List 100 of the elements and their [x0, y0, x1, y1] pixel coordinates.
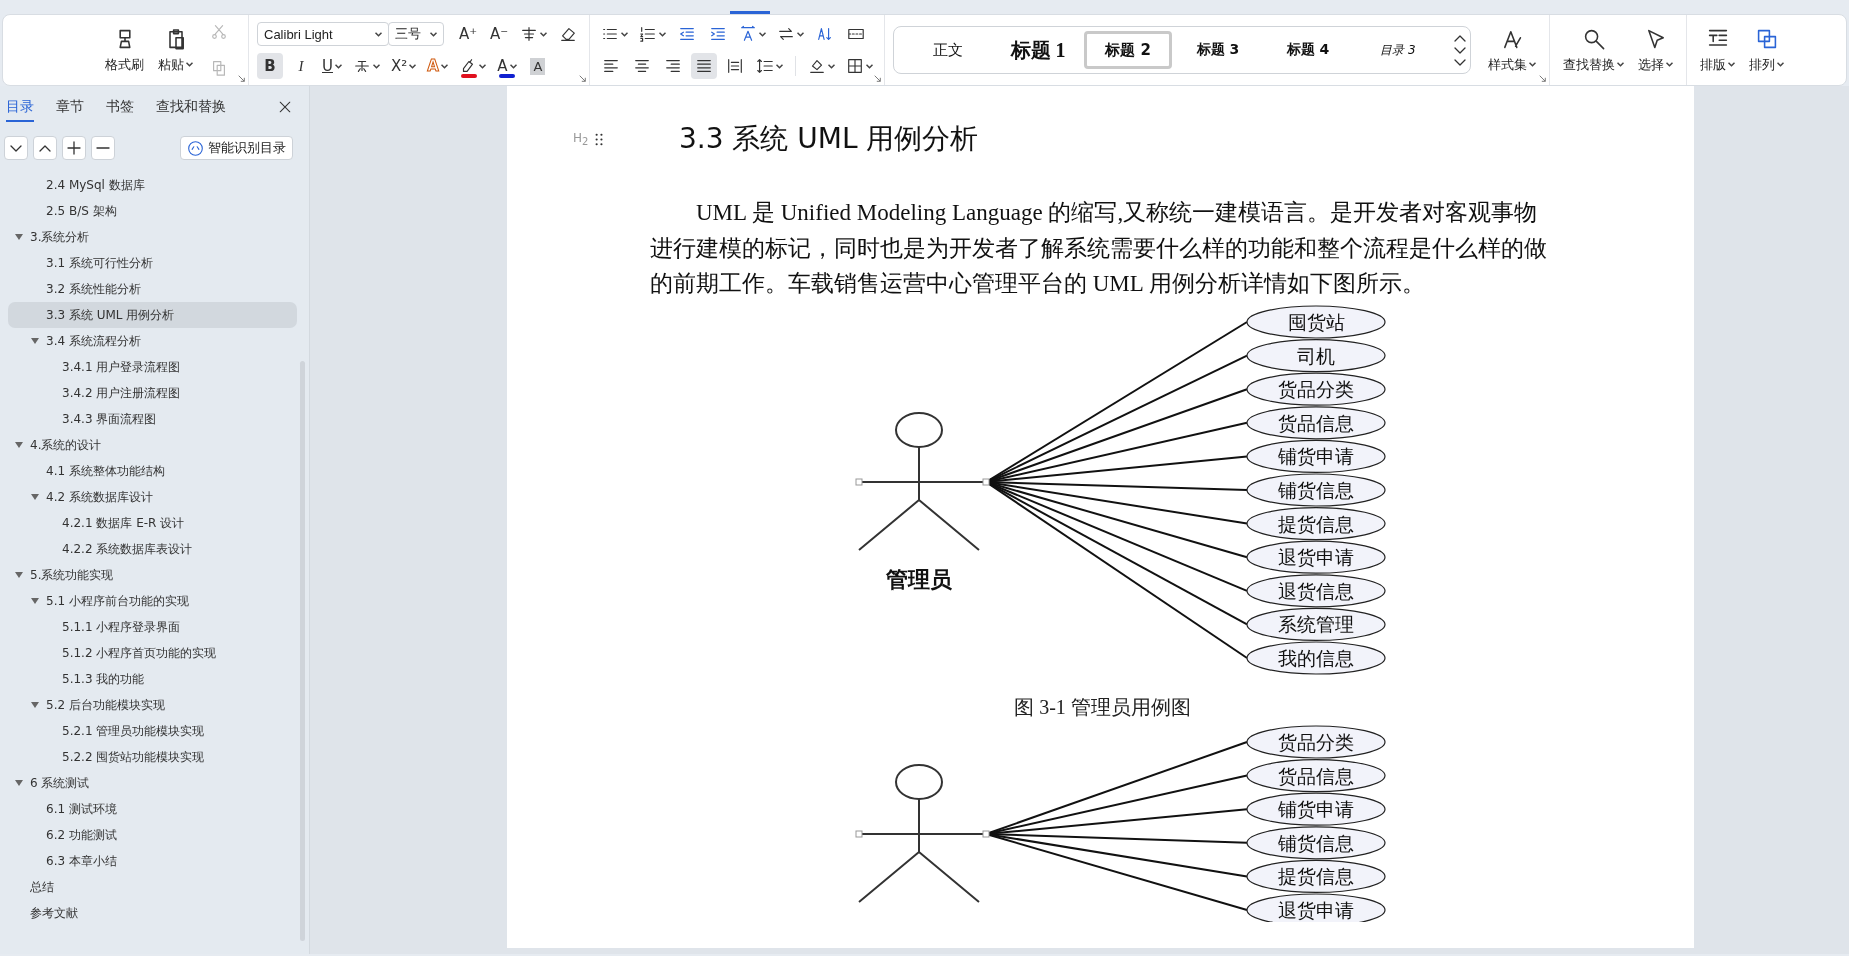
close-button[interactable]	[277, 99, 293, 115]
outline-item[interactable]: 4.2 系统数据库设计	[8, 484, 297, 510]
caret-icon	[430, 31, 437, 37]
toolbar-button[interactable]	[691, 53, 717, 79]
expand-arrow-icon[interactable]	[31, 598, 39, 604]
outline-item[interactable]: 2.5 B/S 架构	[8, 198, 297, 224]
use-case-ellipse: 货品分类	[1246, 372, 1386, 406]
plus-icon	[67, 141, 81, 155]
outline-item[interactable]: 5.系统功能实现	[8, 562, 297, 588]
toolbar-button[interactable]: U	[319, 53, 345, 79]
sidebar-tab[interactable]: 章节	[56, 92, 84, 122]
smart-toc-button[interactable]: 智能识别目录	[180, 136, 293, 160]
toolbar-button[interactable]: 排版	[1695, 23, 1740, 77]
launcher-icon[interactable]	[1539, 75, 1546, 82]
expand-arrow-icon[interactable]	[15, 442, 23, 448]
chevron-down-icon	[1454, 46, 1466, 54]
font-size-field[interactable]: 三号	[388, 22, 444, 46]
sort-icon	[816, 25, 834, 43]
caret-icon	[866, 63, 873, 69]
scissors-icon	[210, 23, 228, 41]
caret-icon	[797, 31, 804, 37]
sidebar-tab[interactable]: 查找和替换	[156, 92, 226, 122]
expand-arrow-icon[interactable]	[31, 338, 39, 344]
expand-arrow-icon[interactable]	[31, 494, 39, 500]
justify-icon	[695, 57, 713, 75]
outline-item[interactable]: 5.2 后台功能模块实现	[8, 692, 297, 718]
caret-icon	[375, 31, 382, 37]
outline-item[interactable]: 3.系统分析	[8, 224, 297, 250]
outline-item[interactable]: 总结	[8, 874, 297, 900]
toolbar-button[interactable]: 格式刷	[100, 23, 149, 77]
outline-item[interactable]: 5.1.1 小程序登录界面	[8, 614, 297, 640]
toolbar-button[interactable]: B	[257, 53, 283, 79]
outline-item[interactable]: 参考文献	[8, 900, 297, 926]
style-option[interactable]: 标题 4	[1264, 31, 1352, 69]
outline-item[interactable]: 3.1 系统可行性分析	[8, 250, 297, 276]
expand-arrow-icon[interactable]	[31, 702, 39, 708]
outline-item[interactable]: 2.4 MySql 数据库	[8, 172, 297, 198]
caret-icon	[373, 63, 380, 69]
style-option[interactable]: 标题 3	[1174, 31, 1262, 69]
outline-tool-button[interactable]	[62, 136, 86, 160]
outline-item[interactable]: 5.1.2 小程序首页功能的实现	[8, 640, 297, 666]
expand-arrow-icon[interactable]	[15, 780, 23, 786]
toolbar-button[interactable]: 选择	[1633, 23, 1678, 77]
expand-arrow-icon[interactable]	[15, 234, 23, 240]
outline-item[interactable]: 6.3 本章小结	[8, 848, 297, 874]
outline-item[interactable]: 4.系统的设计	[8, 432, 297, 458]
use-case-ellipse: 退货信息	[1246, 573, 1386, 607]
outline-item[interactable]: 5.2.1 管理员功能模块实现	[8, 718, 297, 744]
launcher-icon[interactable]	[874, 75, 881, 82]
outline-item[interactable]: 6.2 功能测试	[8, 822, 297, 848]
outline-item[interactable]: 3.4 系统流程分析	[8, 328, 297, 354]
outline-item[interactable]: 4.2.1 数据库 E-R 设计	[8, 510, 297, 536]
toolbar-button[interactable]: X²	[388, 53, 420, 79]
outline-item[interactable]: 3.4.2 用户注册流程图	[8, 380, 297, 406]
style-option[interactable]: 目录 3	[1354, 31, 1442, 69]
outline-item[interactable]: 5.2.2 囤货站功能模块实现	[8, 744, 297, 770]
figure-caption: 图 3-1 管理员用例图	[1014, 695, 1191, 718]
toolbar-button[interactable]: A⁻	[486, 21, 512, 47]
expand-arrow-icon[interactable]	[15, 572, 23, 578]
outline-item[interactable]: 6.1 测试环境	[8, 796, 297, 822]
outline-tool-button[interactable]	[91, 136, 115, 160]
outline-item[interactable]: 3.3 系统 UML 用例分析	[8, 302, 297, 328]
toolbar-button[interactable]: A	[524, 53, 551, 79]
handle-icon	[595, 132, 603, 146]
toolbar-button[interactable]: 粘贴	[153, 23, 198, 77]
outline-item[interactable]: 5.1 小程序前台功能的实现	[8, 588, 297, 614]
outline-item[interactable]: 3.2 系统性能分析	[8, 276, 297, 302]
eraser-icon	[559, 25, 577, 43]
use-case-ellipse: 货品信息	[1246, 758, 1386, 792]
caret-icon	[1728, 62, 1735, 67]
outline-item[interactable]: 5.1.3 我的功能	[8, 666, 297, 692]
toolbar-button[interactable]: 样式集	[1483, 23, 1541, 77]
font-name-field[interactable]: Calibri Light	[257, 22, 389, 46]
toolbar-button[interactable]: A	[493, 53, 520, 79]
style-option[interactable]: 标题 2	[1084, 31, 1172, 69]
align-left-icon	[602, 57, 620, 75]
launcher-icon[interactable]	[579, 75, 586, 82]
use-case-ellipse: 提货信息	[1246, 506, 1386, 540]
style-option[interactable]: 标题 1	[994, 31, 1082, 69]
caret-icon	[478, 63, 486, 69]
launcher-icon[interactable]	[238, 75, 245, 82]
toolbar-button[interactable]: I	[288, 53, 314, 79]
toolbar-button[interactable]: 排列	[1744, 23, 1789, 77]
sidebar-tab[interactable]: 目录	[6, 92, 34, 122]
minus-icon	[96, 146, 110, 150]
spacing-icon	[739, 25, 757, 43]
toolbar-button[interactable]: A⁺	[455, 21, 481, 47]
use-case-ellipse: 司机	[1246, 338, 1386, 372]
outline-item[interactable]: 4.1 系统整体功能结构	[8, 458, 297, 484]
style-option[interactable]: 正文	[904, 31, 992, 69]
outdent-icon	[678, 25, 696, 43]
outline-item[interactable]: 3.4.1 用户登录流程图	[8, 354, 297, 380]
shading-icon	[808, 57, 826, 75]
outline-item[interactable]: 6 系统测试	[8, 770, 297, 796]
toolbar-button[interactable]: 查找替换	[1558, 23, 1629, 77]
outline-item[interactable]: 4.2.2 系统数据库表设计	[8, 536, 297, 562]
outline-item[interactable]: 3.4.3 界面流程图	[8, 406, 297, 432]
toolbar-button[interactable]: A	[424, 53, 451, 79]
sidebar-tab[interactable]: 书签	[106, 92, 134, 122]
chevron-down-icon	[1454, 58, 1466, 66]
